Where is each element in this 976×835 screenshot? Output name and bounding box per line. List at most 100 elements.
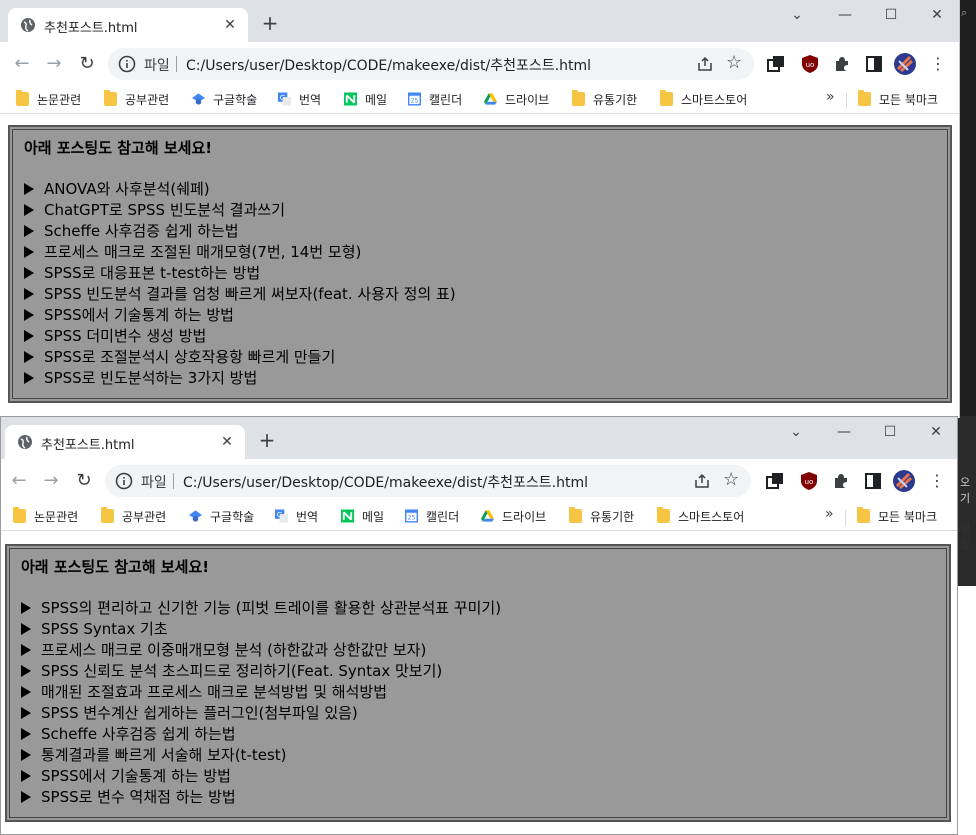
other-bookmarks[interactable]: 모든 북마크 bbox=[857, 507, 937, 526]
reload-button[interactable]: ↻ bbox=[72, 469, 96, 493]
share-icon[interactable] bbox=[696, 55, 714, 73]
bookmark-item[interactable]: 메일 bbox=[341, 508, 384, 526]
svg-text:25: 25 bbox=[408, 515, 416, 522]
recommended-posts-box: 아래 포스팅도 참고해 보세요! SPSS의 편리하고 신기한 기능 (피벗 트… bbox=[5, 544, 951, 822]
url-text[interactable]: C:/Users/user/Desktop/CODE/makeexe/dist/… bbox=[183, 472, 588, 492]
url-text[interactable]: C:/Users/user/Desktop/CODE/makeexe/dist/… bbox=[186, 55, 591, 75]
bookmark-star-icon[interactable]: ☆ bbox=[726, 52, 742, 73]
post-link[interactable]: SPSS에서 기술통계 하는 방법 bbox=[21, 766, 501, 787]
drive-icon bbox=[481, 510, 494, 522]
triangle-icon bbox=[21, 686, 31, 698]
address-bar[interactable]: 파일 C:/Users/user/Desktop/CODE/makeexe/di… bbox=[108, 48, 754, 80]
tab-active[interactable]: 추천포스트.html ✕ bbox=[5, 425, 245, 459]
info-icon[interactable] bbox=[118, 55, 136, 73]
share-icon[interactable] bbox=[693, 472, 711, 490]
menu-kebab-icon[interactable]: ⋮ bbox=[926, 52, 950, 76]
post-link[interactable]: 프로세스 매크로 이중매개모형 분석 (하한값과 상한값만 보자) bbox=[21, 640, 501, 661]
post-link[interactable]: 프로세스 매크로 조절된 매개모형(7번, 14번 모형) bbox=[24, 242, 456, 263]
side-panel-icon[interactable] bbox=[864, 54, 884, 74]
avatar[interactable] bbox=[893, 470, 915, 492]
avatar[interactable] bbox=[894, 53, 916, 75]
bookmark-item[interactable]: 논문관련 bbox=[16, 90, 81, 109]
post-link[interactable]: SPSS의 편리하고 신기한 기능 (피벗 트레이를 활용한 상관분석표 꾸미기… bbox=[21, 598, 501, 619]
calendar-icon: 25 bbox=[405, 509, 418, 523]
post-link[interactable]: SPSS 더미변수 생성 방법 bbox=[24, 326, 456, 347]
post-link[interactable]: Scheffe 사후검증 쉽게 하는법 bbox=[24, 221, 456, 242]
maximize-button[interactable]: ☐ bbox=[867, 421, 913, 445]
forward-button[interactable]: → bbox=[39, 469, 63, 493]
bookmark-item[interactable]: 드라이브 bbox=[481, 508, 546, 526]
reload-button[interactable]: ↻ bbox=[75, 52, 99, 76]
post-link[interactable]: SPSS에서 기술통계 하는 방법 bbox=[24, 305, 456, 326]
extensions-puzzle-icon[interactable] bbox=[832, 54, 852, 74]
post-link[interactable]: ANOVA와 사후분석(쉐페) bbox=[24, 179, 456, 200]
scholar-icon bbox=[192, 93, 205, 105]
post-link[interactable]: SPSS 빈도분석 결과를 엄청 빠르게 써보자(feat. 사용자 정의 표) bbox=[24, 284, 456, 305]
folder-icon bbox=[858, 90, 871, 106]
bookmark-item[interactable]: 공부관련 bbox=[101, 507, 166, 526]
maximize-button[interactable]: ☐ bbox=[868, 4, 914, 28]
bookmark-item[interactable]: G 번역 bbox=[275, 508, 318, 526]
back-button[interactable]: ← bbox=[7, 469, 31, 493]
ublock-icon[interactable]: uo bbox=[799, 471, 819, 491]
bookmark-item[interactable]: 스마트스토어 bbox=[657, 507, 744, 526]
bookmark-item[interactable]: 메일 bbox=[344, 91, 387, 109]
tab-active[interactable]: 추천포스트.html ✕ bbox=[8, 8, 248, 42]
triangle-icon bbox=[24, 330, 34, 342]
folder-icon bbox=[660, 90, 673, 106]
forward-button[interactable]: → bbox=[42, 52, 66, 76]
bookmark-item[interactable]: 구글학술 bbox=[189, 508, 254, 526]
bookmark-item[interactable]: 유통기한 bbox=[572, 90, 637, 109]
post-link[interactable]: Scheffe 사후검증 쉽게 하는법 bbox=[21, 724, 501, 745]
post-link[interactable]: SPSS 변수계산 쉽게하는 플러그인(첨부파일 있음) bbox=[21, 703, 501, 724]
bookmarks-overflow-button[interactable]: » bbox=[825, 506, 834, 522]
other-bookmarks[interactable]: 모든 북마크 bbox=[858, 90, 938, 109]
new-tab-button[interactable]: + bbox=[255, 429, 279, 453]
post-link[interactable]: ChatGPT로 SPSS 빈도분석 결과쓰기 bbox=[24, 200, 456, 221]
post-link[interactable]: SPSS로 빈도분석하는 3가지 방법 bbox=[24, 368, 456, 389]
bookmark-star-icon[interactable]: ☆ bbox=[723, 469, 739, 490]
triangle-icon bbox=[21, 623, 31, 635]
minimize-button[interactable]: — bbox=[822, 4, 868, 28]
back-button[interactable]: ← bbox=[10, 52, 34, 76]
extensions-puzzle-icon[interactable] bbox=[831, 471, 851, 491]
toolbar: ← → ↻ 파일 C:/Users/user/Desktop/CODE/make… bbox=[1, 459, 957, 503]
close-window-button[interactable]: ✕ bbox=[914, 4, 959, 28]
recommended-posts-box: 아래 포스팅도 참고해 보세요! ANOVA와 사후분석(쉐페) ChatGPT… bbox=[8, 125, 952, 403]
bookmark-item[interactable]: G 번역 bbox=[278, 91, 321, 109]
post-link[interactable]: SPSS로 변수 역채점 하는 방법 bbox=[21, 787, 501, 808]
bookmark-item[interactable]: 25 캘린더 bbox=[405, 508, 459, 526]
post-link[interactable]: SPSS로 조절분석시 상호작용항 빠르게 만들기 bbox=[24, 347, 456, 368]
bookmark-item[interactable]: 공부관련 bbox=[104, 90, 169, 109]
tab-search-icon[interactable]: ⌄ bbox=[774, 4, 820, 28]
close-window-button[interactable]: ✕ bbox=[913, 421, 957, 445]
svg-text:25: 25 bbox=[411, 98, 419, 105]
tab-strip: 추천포스트.html ✕ + ⌄ — ☐ ✕ bbox=[1, 417, 957, 459]
minimize-button[interactable]: — bbox=[821, 421, 867, 445]
ublock-icon[interactable]: uo bbox=[800, 54, 820, 74]
bookmark-item[interactable]: 드라이브 bbox=[484, 91, 549, 109]
post-link[interactable]: SPSS Syntax 기초 bbox=[21, 619, 501, 640]
bookmark-item[interactable]: 논문관련 bbox=[13, 507, 78, 526]
post-link[interactable]: 통계결과를 빠르게 서술해 보자(t-test) bbox=[21, 745, 501, 766]
side-panel-icon[interactable] bbox=[863, 471, 883, 491]
bookmark-item[interactable]: 구글학술 bbox=[192, 91, 257, 109]
screenshot-extension-icon[interactable] bbox=[766, 54, 786, 74]
bookmark-item[interactable]: 25 캘린더 bbox=[408, 91, 462, 109]
toolbar: ← → ↻ 파일 C:/Users/user/Desktop/CODE/make… bbox=[0, 42, 959, 86]
new-tab-button[interactable]: + bbox=[258, 12, 282, 36]
address-bar[interactable]: 파일 C:/Users/user/Desktop/CODE/makeexe/di… bbox=[105, 465, 751, 497]
post-link[interactable]: SPSS로 대응표본 t-test하는 방법 bbox=[24, 263, 456, 284]
info-icon[interactable] bbox=[115, 472, 133, 490]
post-link[interactable]: SPSS 신뢰도 분석 초스피드로 정리하기(Feat. Syntax 맛보기) bbox=[21, 661, 501, 682]
bookmark-item[interactable]: 스마트스토어 bbox=[660, 90, 747, 109]
bookmarks-overflow-button[interactable]: » bbox=[826, 89, 835, 105]
tab-close-icon[interactable]: ✕ bbox=[220, 15, 240, 35]
tab-search-icon[interactable]: ⌄ bbox=[773, 421, 819, 445]
screenshot-extension-icon[interactable] bbox=[765, 471, 785, 491]
tab-close-icon[interactable]: ✕ bbox=[217, 432, 237, 452]
post-link[interactable]: 매개된 조절효과 프로세스 매크로 분석방법 및 해석방법 bbox=[21, 682, 501, 703]
bookmark-item[interactable]: 유통기한 bbox=[569, 507, 634, 526]
svg-text:uo: uo bbox=[805, 478, 814, 486]
menu-kebab-icon[interactable]: ⋮ bbox=[925, 469, 949, 493]
